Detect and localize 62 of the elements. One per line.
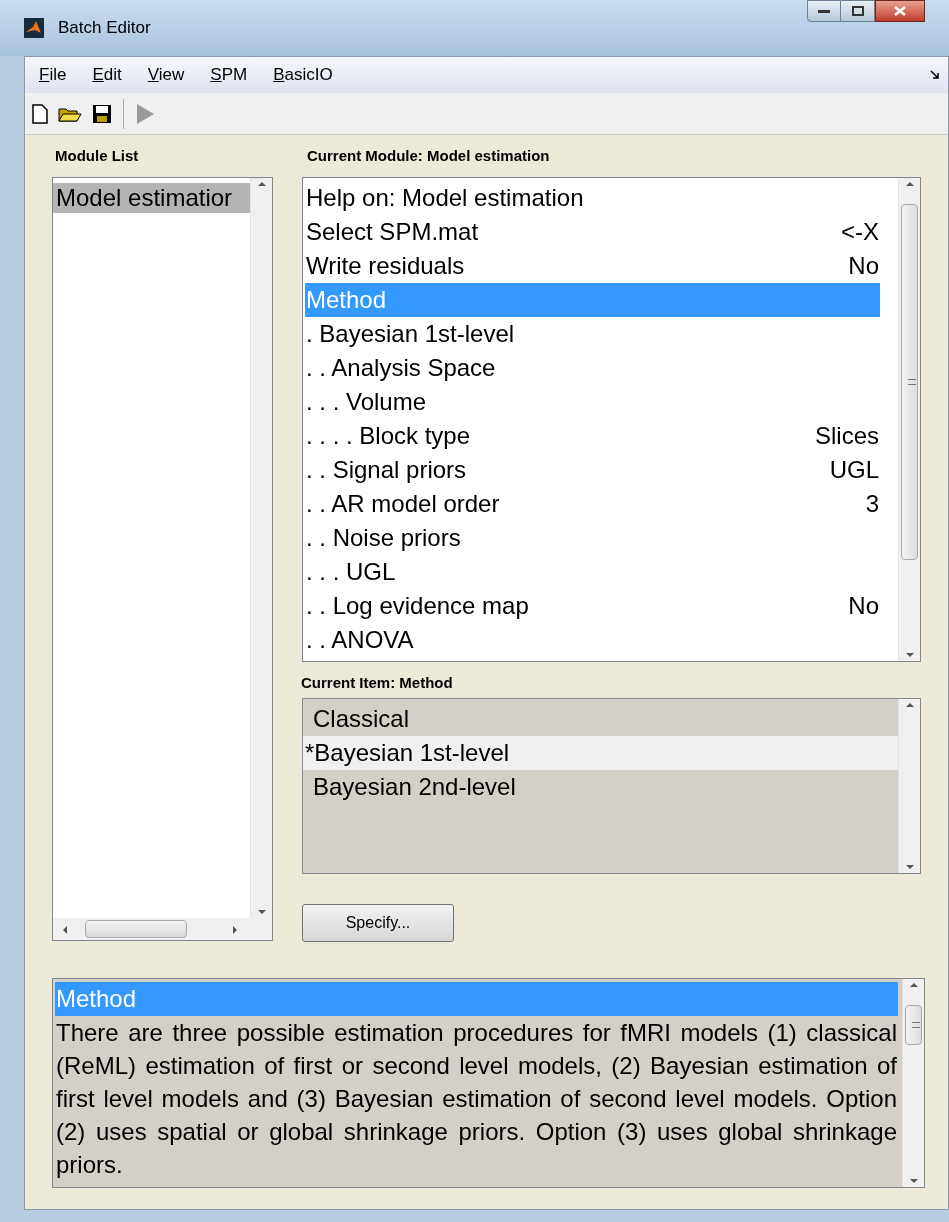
tree-row[interactable]: . . Log evidence map No (305, 589, 880, 623)
row-label: . . AR model order (306, 489, 500, 519)
help-text: There are three possible estimation procedures for fMRI models (1) classical (ReML) estimation of first or second level models, (2) Bayesian estimation of first level models and (3) Bayesian estimation of second level models. Option (2) uses spatial or global shrinkage priors. Option (3) uses global shrinkage priors. (55, 1018, 898, 1180)
menu-item[interactable]: File (39, 62, 67, 88)
row-value: 3 (865, 489, 879, 519)
scrollbar[interactable] (898, 699, 920, 873)
row-label: Help on: Model estimation (306, 183, 584, 213)
close-icon (894, 6, 906, 16)
row-label: . . Log evidence map (306, 591, 529, 621)
section-heading: Current Item: Method (301, 673, 454, 693)
scrollbar[interactable] (902, 979, 924, 1187)
tree-row[interactable]: Select SPM.mat <-X (305, 215, 880, 249)
tree-row[interactable]: . . Analysis Space (305, 351, 880, 385)
tree-row[interactable]: . . AR model order 3 (305, 487, 880, 521)
minimize-button[interactable] (807, 0, 841, 22)
tree-row[interactable]: . . . UGL (305, 555, 880, 589)
scrollbar[interactable] (250, 178, 272, 918)
option-item[interactable]: Bayesian 2nd-level (303, 770, 898, 804)
row-label: . . Analysis Space (306, 353, 496, 383)
row-label: . Bayesian 1st-level (306, 319, 515, 349)
row-label: Method (306, 285, 387, 315)
tree-row[interactable]: . . Noise priors (305, 521, 880, 555)
tree-row[interactable]: . . Signal priors UGL (305, 453, 880, 487)
row-label: . . Signal priors (306, 455, 467, 485)
logo-icon (24, 18, 44, 38)
horizontal-scrollbar[interactable] (53, 918, 250, 940)
new-file-icon[interactable] (31, 102, 49, 125)
row-value: Slices (814, 421, 879, 451)
specify-button[interactable]: Specify... (302, 904, 454, 942)
row-label: . . . . Block type (306, 421, 471, 451)
tree-row[interactable]: . . ANOVA (305, 623, 880, 657)
save-icon[interactable] (91, 102, 113, 125)
option-item[interactable]: *Bayesian 1st-level (303, 736, 898, 770)
row-label: . . ANOVA (306, 625, 414, 655)
window-title: Batch Editor (58, 17, 151, 40)
scrollbar[interactable] (898, 178, 920, 661)
menu-item[interactable]: SPM (210, 62, 248, 88)
tree-row[interactable]: Help on: Model estimation (305, 181, 880, 215)
row-label: . . . Volume (306, 387, 427, 417)
tree-row[interactable]: Write residuals No (305, 249, 880, 283)
section-heading: Module List (54, 146, 140, 166)
row-value: <-X (841, 217, 879, 247)
menu-item[interactable]: Edit (92, 62, 122, 88)
dock-arrow-icon[interactable] (930, 70, 940, 80)
help-title: Method (55, 982, 898, 1016)
menu-item[interactable]: BasicIO (273, 62, 333, 88)
row-value: No (848, 251, 879, 281)
tree-row[interactable]: . . . . Block type Slices (305, 419, 880, 453)
menu-item[interactable]: View (147, 62, 185, 88)
option-item[interactable]: Classical (303, 702, 898, 736)
restore-button[interactable] (841, 0, 875, 22)
row-value: No (848, 591, 879, 621)
row-label: . . Noise priors (306, 523, 461, 553)
tree-row[interactable]: . . . Volume (305, 385, 880, 419)
row-label: Select SPM.mat (306, 217, 479, 247)
module-list-item[interactable]: Model estimatior (53, 183, 250, 213)
section-heading: Current Module: Model estimation (306, 146, 551, 166)
close-button[interactable] (875, 0, 925, 22)
row-label: . . . UGL (306, 557, 396, 587)
row-value: UGL (829, 455, 879, 485)
tree-row[interactable]: . Bayesian 1st-level (305, 317, 880, 351)
row-label: Write residuals (306, 251, 465, 281)
